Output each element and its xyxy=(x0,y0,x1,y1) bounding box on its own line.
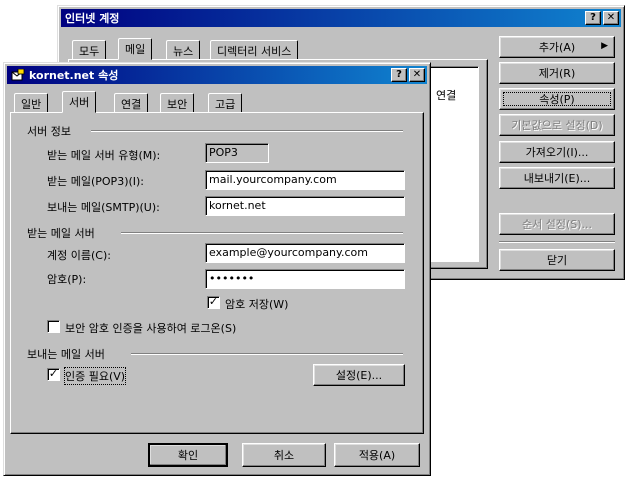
cancel-button[interactable]: 취소 xyxy=(242,443,326,467)
tab-advanced[interactable]: 고급 xyxy=(208,93,243,113)
set-default-button[interactable]: 기본값으로 설정(D) xyxy=(499,114,615,136)
auth-required-label: 인증 필요(V) xyxy=(63,367,127,385)
remove-button[interactable]: 제거(R) xyxy=(499,62,615,84)
close-button[interactable]: ✕ xyxy=(603,11,619,25)
tab-security[interactable]: 보안 xyxy=(160,93,195,113)
close-dialog-button-label: 닫기 xyxy=(546,254,568,267)
outgoing-server-input[interactable]: kornet.net xyxy=(205,196,405,216)
apply-button-label: 적용(A) xyxy=(358,449,396,462)
ok-button-label: 확인 xyxy=(177,449,199,462)
remove-button-label: 제거(R) xyxy=(538,67,576,80)
import-button[interactable]: 가져오기(I)... xyxy=(499,141,615,163)
outgoing-server-heading: 보내는 메일 서버 xyxy=(27,348,105,361)
tab-connection-label: 연결 xyxy=(121,98,142,111)
export-button[interactable]: 내보내기(E)... xyxy=(499,167,615,189)
internet-accounts-title: 인터넷 계정 xyxy=(65,12,120,25)
smtp-settings-button-label: 설정(E)... xyxy=(335,369,383,382)
tab-servers-label: 서버 xyxy=(69,96,90,109)
divider xyxy=(499,241,615,243)
apply-button[interactable]: 적용(A) xyxy=(334,443,420,467)
outgoing-server-divider xyxy=(131,353,403,355)
internet-accounts-titlebar[interactable]: 인터넷 계정 ? ✕ xyxy=(61,9,621,27)
incoming-type-label: 받는 메일 서버 유형(M): xyxy=(47,149,161,162)
password-label: 암호(P): xyxy=(47,273,87,286)
help-button[interactable]: ? xyxy=(585,11,601,25)
tab-directory-service-label: 디렉터리 서비스 xyxy=(217,45,292,58)
password-input[interactable]: ••••••• xyxy=(205,269,405,289)
spa-logon-label: 보안 암호 인증을 사용하여 로그온(S) xyxy=(65,322,237,335)
remember-password-label: 암호 저장(W) xyxy=(225,298,289,311)
mail-account-icon xyxy=(11,68,25,81)
set-order-button-label: 순서 설정(S)... xyxy=(521,218,593,231)
properties-button-label: 속성(P) xyxy=(539,93,575,106)
remember-password-checkbox[interactable]: ✓ xyxy=(207,296,220,309)
add-button[interactable]: 추가(A) ▶ xyxy=(499,36,615,58)
tab-directory-service[interactable]: 디렉터리 서비스 xyxy=(210,40,299,60)
incoming-server-heading: 받는 메일 서버 xyxy=(27,227,95,240)
tab-security-label: 보안 xyxy=(167,98,188,111)
incoming-server-divider xyxy=(121,232,403,234)
incoming-server-input[interactable]: mail.yourcompany.com xyxy=(205,170,405,190)
properties-button[interactable]: 속성(P) xyxy=(499,88,615,110)
server-info-heading: 서버 정보 xyxy=(27,125,71,138)
tab-general[interactable]: 일반 xyxy=(14,93,49,113)
incoming-type-value: POP3 xyxy=(205,143,269,163)
export-button-label: 내보내기(E)... xyxy=(523,172,591,185)
incoming-server-label: 받는 메일(POP3)(I): xyxy=(47,175,145,188)
ok-button[interactable]: 확인 xyxy=(148,443,228,467)
outgoing-server-label: 보내는 메일(SMTP)(U): xyxy=(47,201,160,214)
set-default-button-label: 기본값으로 설정(D) xyxy=(511,119,603,132)
account-connection-text: 연결 xyxy=(436,89,457,102)
tab-mail-label: 메일 xyxy=(125,43,146,56)
tab-general-label: 일반 xyxy=(21,98,42,111)
tab-all-label: 모두 xyxy=(79,45,100,58)
add-button-label: 추가(A) xyxy=(538,41,576,54)
tab-news[interactable]: 뉴스 xyxy=(166,40,201,60)
close-dialog-button[interactable]: 닫기 xyxy=(499,249,615,271)
smtp-settings-button[interactable]: 설정(E)... xyxy=(313,364,405,386)
servers-tab-panel: 서버 정보 받는 메일 서버 유형(M): POP3 받는 메일(POP3)(I… xyxy=(10,112,424,434)
tab-all[interactable]: 모두 xyxy=(72,40,107,60)
account-name-label: 계정 이름(C): xyxy=(47,249,111,262)
auth-required-checkbox[interactable]: ✓ xyxy=(47,368,60,381)
submenu-arrow-icon: ▶ xyxy=(601,41,608,51)
tab-servers[interactable]: 서버 xyxy=(62,91,97,113)
account-properties-title: kornet.net 속성 xyxy=(29,69,119,82)
import-button-label: 가져오기(I)... xyxy=(525,146,589,159)
dialog-close-button[interactable]: ✕ xyxy=(409,68,425,82)
cancel-button-label: 취소 xyxy=(273,449,295,462)
account-name-input[interactable]: example@yourcompany.com xyxy=(205,243,405,263)
set-order-button[interactable]: 순서 설정(S)... xyxy=(499,213,615,235)
tab-advanced-label: 고급 xyxy=(215,98,236,111)
tab-connection[interactable]: 연결 xyxy=(114,93,149,113)
tab-news-label: 뉴스 xyxy=(173,45,194,58)
spa-logon-checkbox[interactable] xyxy=(47,320,60,333)
server-info-divider xyxy=(91,130,403,132)
dialog-help-button[interactable]: ? xyxy=(391,68,407,82)
tab-mail[interactable]: 메일 xyxy=(118,38,153,60)
account-properties-dialog: kornet.net 속성 ? ✕ 일반 서버 연결 보안 고급 서버 정보 받… xyxy=(3,62,431,476)
account-properties-titlebar[interactable]: kornet.net 속성 ? ✕ xyxy=(7,66,427,84)
